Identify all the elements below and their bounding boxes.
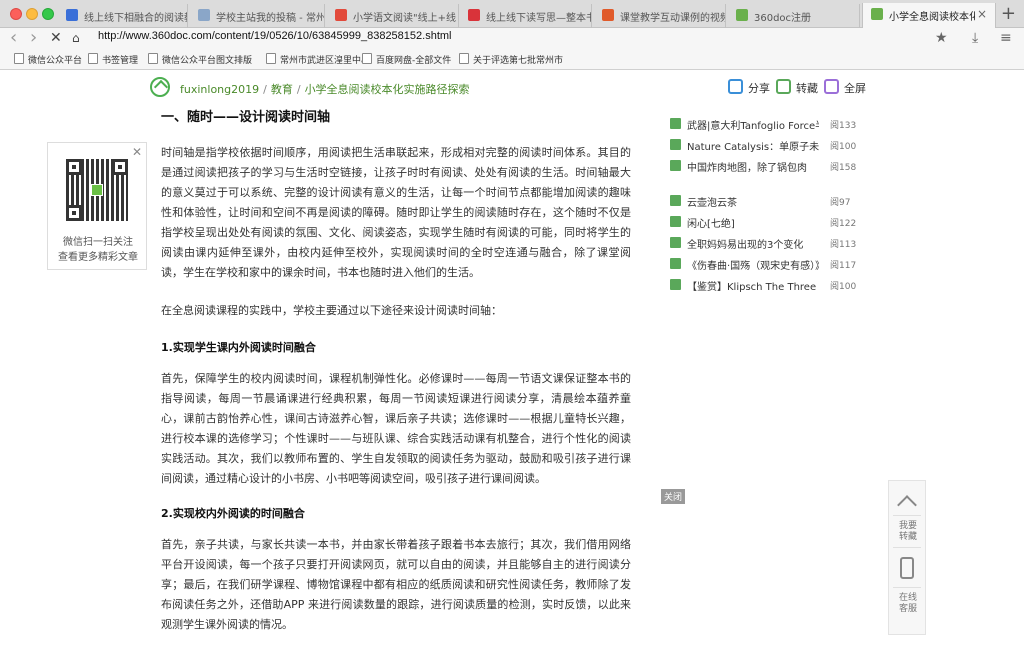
bookmarks-bar: 微信公众平台 书签管理 微信公众平台图文排版 常州市武进区湟里中心 百度网盘-全… bbox=[0, 48, 1024, 70]
paragraph: 首先，亲子共读，与家长共读一本书，并由家长带着孩子跟着书本去旅行；其次，我们借用… bbox=[161, 538, 631, 631]
back-icon[interactable]: ‹ bbox=[10, 28, 17, 48]
home-icon[interactable]: ⌂ bbox=[72, 28, 80, 48]
page-icon bbox=[459, 53, 469, 64]
fullscreen-icon bbox=[824, 79, 839, 94]
article-icon bbox=[670, 216, 681, 227]
paw-icon bbox=[66, 9, 78, 21]
close-window-button[interactable] bbox=[10, 8, 22, 20]
floating-rail: 我要 转藏 在线 客服 bbox=[888, 480, 926, 635]
divider bbox=[893, 587, 921, 588]
repost-button[interactable]: 转藏 bbox=[776, 79, 818, 96]
repost-icon bbox=[776, 79, 791, 94]
paragraph: 时间轴是指学校依据时间顺序，用阅读把生活串联起来，形成相对完整的阅读时间体系。其… bbox=[161, 146, 631, 279]
360doc-icon bbox=[736, 9, 748, 21]
grid-icon bbox=[335, 9, 347, 21]
share-button[interactable]: 分享 bbox=[728, 79, 770, 96]
close-tab-icon[interactable]: × bbox=[977, 7, 987, 21]
tab-3[interactable]: 小学语文阅读"线上+线 bbox=[327, 4, 459, 28]
breadcrumb-title[interactable]: 小学全息阅读校本化实施路径探索 bbox=[305, 83, 470, 96]
url-field[interactable]: http://www.360doc.com/content/19/0526/10… bbox=[98, 30, 451, 42]
bookmark-item[interactable]: 微信公众平台图文排版 bbox=[148, 53, 252, 66]
back-to-top-icon[interactable] bbox=[896, 491, 918, 513]
article-icon bbox=[670, 160, 681, 171]
article-icon bbox=[670, 258, 681, 269]
bookmark-item[interactable]: 百度网盘-全部文件 bbox=[362, 53, 451, 66]
qr-caption: 微信扫一扫关注 查看更多精彩文章 bbox=[58, 237, 138, 263]
qr-finder bbox=[66, 159, 82, 175]
qr-logo-icon bbox=[91, 184, 103, 196]
close-ad-button[interactable]: 关闭 bbox=[661, 489, 686, 504]
tab-2[interactable]: 学校主站我的投稿 - 常州 bbox=[190, 4, 325, 28]
fullscreen-button[interactable]: 全屏 bbox=[824, 79, 866, 96]
tab-5[interactable]: 课堂教学互动课例的视频 bbox=[594, 4, 726, 28]
360doc-icon bbox=[871, 8, 883, 20]
list-item[interactable]: 全职妈妈易出现的3个变化 阅113 bbox=[670, 235, 860, 251]
minimize-window-button[interactable] bbox=[26, 8, 38, 20]
article-body: 一、随时——设计阅读时间轴 时间轴是指学校依据时间顺序，用阅读把生活串联起来，形… bbox=[161, 106, 631, 646]
tab-4[interactable]: 线上线下读写思—整本书 bbox=[460, 4, 592, 28]
download-icon[interactable]: ⤓ bbox=[972, 29, 978, 47]
subheading: 1.实现学生课内外阅读时间融合 bbox=[161, 341, 316, 354]
list-item[interactable]: 《伤春曲·国殇（观宋史有感）》 阅117 bbox=[670, 256, 860, 272]
page-icon bbox=[88, 53, 98, 64]
list-item[interactable]: 云壶泡云茶 阅97 bbox=[670, 193, 860, 209]
breadcrumb-section[interactable]: 教育 bbox=[271, 83, 293, 96]
page-icon bbox=[148, 53, 158, 64]
tab-strip: 线上线下相融合的阅读教 学校主站我的投稿 - 常州 小学语文阅读"线上+线 线上… bbox=[0, 0, 1024, 28]
menu-icon[interactable]: ≡ bbox=[1000, 29, 1012, 47]
article-icon bbox=[670, 237, 681, 248]
list-item[interactable]: 闲心[七绝] 阅122 bbox=[670, 214, 860, 230]
qr-finder bbox=[66, 205, 82, 221]
tab-1[interactable]: 线上线下相融合的阅读教 bbox=[58, 4, 188, 28]
article-icon bbox=[670, 139, 681, 150]
share-icon bbox=[728, 79, 743, 94]
list-item[interactable]: 武器|意大利Tanfoglio Force半自动手枪阅133 bbox=[670, 116, 860, 132]
bookmark-item[interactable]: 常州市武进区湟里中心 bbox=[266, 53, 370, 66]
list-item[interactable]: 中国炸肉地图，除了锅包肉 阅158 bbox=[670, 158, 860, 174]
tab-active[interactable]: 小学全息阅读校本化实施 × bbox=[862, 3, 996, 28]
list-item[interactable]: 【鉴赏】Klipsch The Three II音箱阅100 bbox=[670, 277, 860, 293]
qr-follow-card: ✕ 微信扫一扫关注 查看更多精彩文章 bbox=[47, 142, 147, 270]
paragraph: 首先，保障学生的校内阅读时间，课程机制弹性化。必修课时——每周一节语文课保证整本… bbox=[161, 372, 631, 485]
flame-icon bbox=[602, 9, 614, 21]
favorite-button[interactable]: 我要 转藏 bbox=[889, 521, 927, 543]
article-icon bbox=[670, 279, 681, 290]
paragraph: 在全息阅读课程的实践中，学校主要通过以下途径来设计阅读时间轴： bbox=[161, 304, 502, 317]
close-icon[interactable]: ✕ bbox=[132, 145, 142, 159]
address-bar: ‹ › ✕ ⌂ http://www.360doc.com/content/19… bbox=[0, 28, 1024, 48]
list-item[interactable]: Nature Catalysis：单原子未来 阅100 bbox=[670, 137, 860, 153]
new-tab-button[interactable]: + bbox=[1001, 3, 1016, 24]
page-icon bbox=[266, 53, 276, 64]
article-icon bbox=[670, 195, 681, 206]
divider bbox=[893, 547, 921, 548]
qr-finder bbox=[112, 159, 128, 175]
hd-icon bbox=[468, 9, 480, 21]
tab-6[interactable]: 360doc注册 bbox=[728, 4, 860, 28]
stop-icon[interactable]: ✕ bbox=[50, 28, 62, 48]
bookmark-item[interactable]: 关于评选第七批常州市 bbox=[459, 53, 563, 66]
article-icon bbox=[670, 118, 681, 129]
divider bbox=[893, 515, 921, 516]
home-icon[interactable] bbox=[150, 77, 170, 97]
subheading: 2.实现校内外阅读的时间融合 bbox=[161, 507, 305, 520]
section-heading: 一、随时——设计阅读时间轴 bbox=[161, 110, 331, 125]
forward-icon[interactable]: › bbox=[30, 28, 37, 48]
breadcrumb-user[interactable]: fuxinlong2019 bbox=[180, 83, 259, 96]
bookmark-item[interactable]: 书签管理 bbox=[88, 53, 138, 66]
document-icon bbox=[198, 9, 210, 21]
zoom-window-button[interactable] bbox=[42, 8, 54, 20]
bookmark-star-icon[interactable]: ★ bbox=[935, 29, 948, 47]
bookmark-item[interactable]: 微信公众平台 bbox=[14, 53, 82, 66]
page-icon bbox=[14, 53, 24, 64]
online-service-button[interactable]: 在线 客服 bbox=[889, 593, 927, 615]
mobile-icon[interactable] bbox=[900, 557, 914, 579]
page-icon bbox=[362, 53, 372, 64]
